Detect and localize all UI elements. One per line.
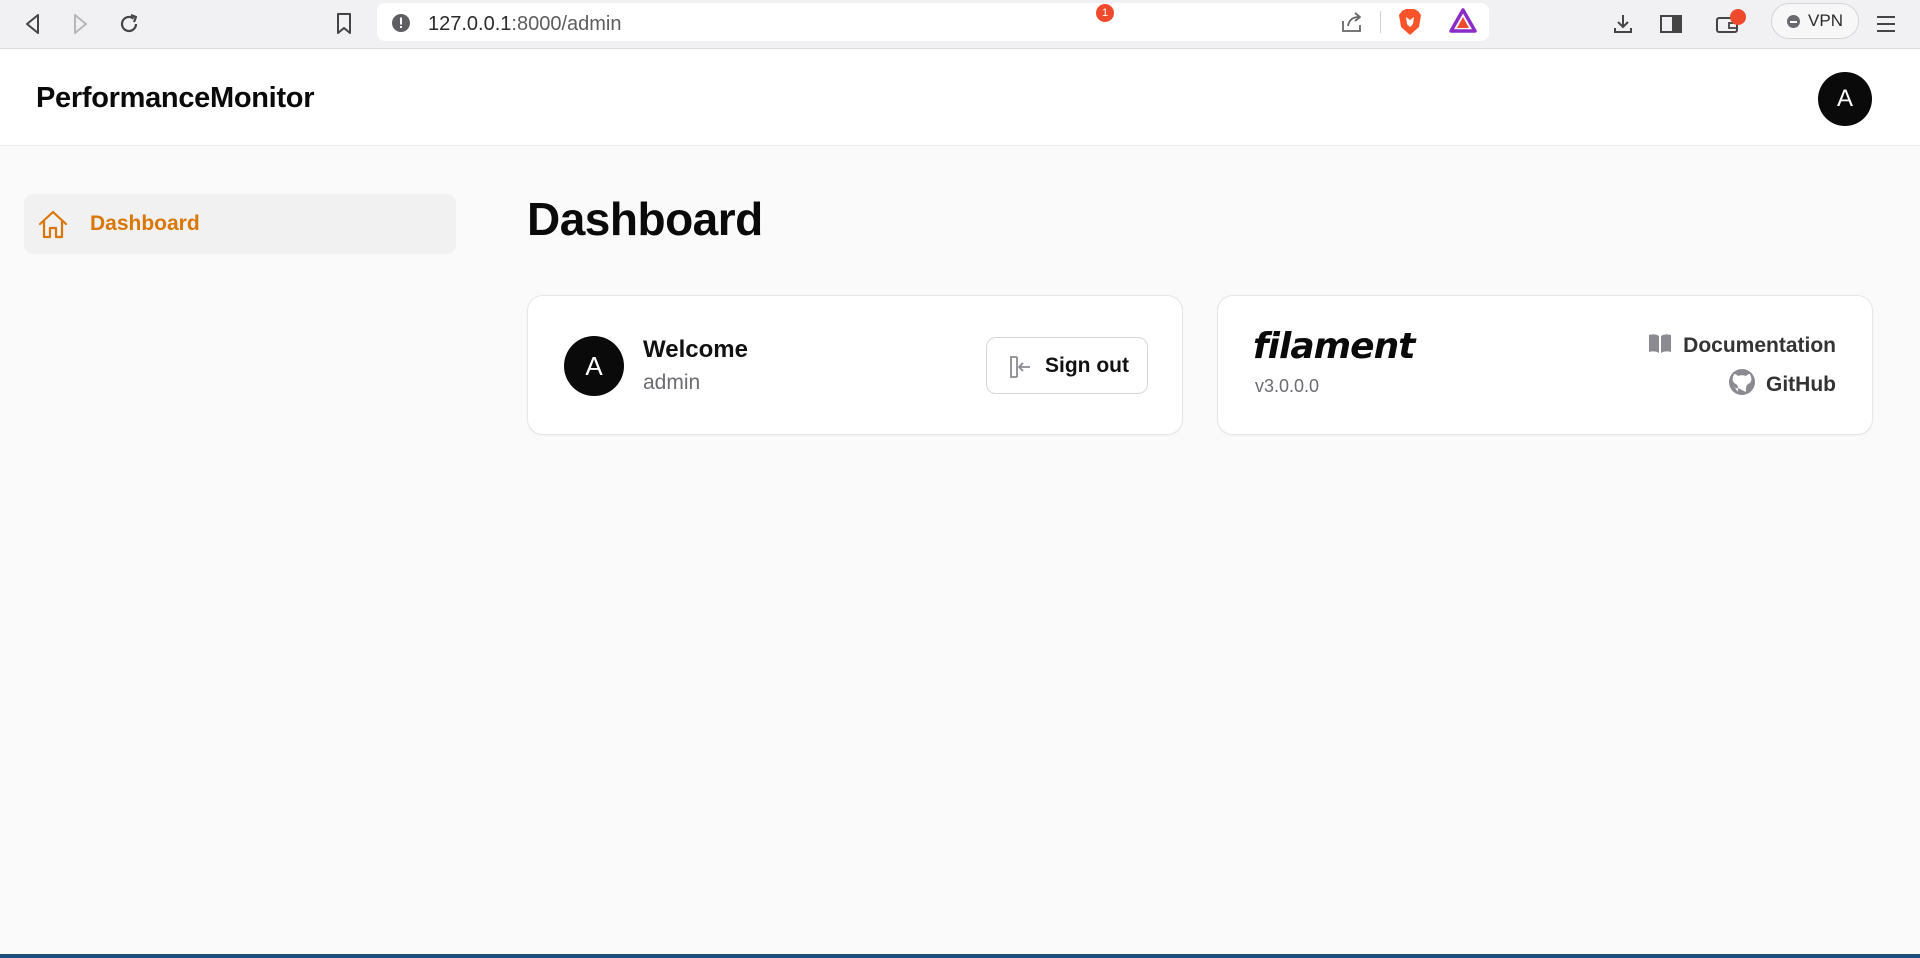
sidebar-item-dashboard[interactable]: Dashboard — [24, 194, 456, 254]
documentation-label: Documentation — [1683, 334, 1836, 357]
vpn-label: VPN — [1808, 11, 1843, 30]
url-host: 127.0.0.1 — [428, 13, 512, 35]
book-icon — [1647, 332, 1673, 360]
taskbar-edge — [0, 954, 1920, 958]
sidebar-toggle-button[interactable] — [1655, 8, 1687, 40]
sign-out-button[interactable]: Sign out — [986, 337, 1148, 394]
downloads-button[interactable] — [1607, 8, 1639, 40]
divider — [1380, 11, 1381, 33]
app-brand[interactable]: PerformanceMonitor — [36, 82, 315, 115]
site-info-icon[interactable] — [391, 13, 411, 38]
github-link[interactable]: GitHub — [1728, 368, 1836, 402]
rewards-badge: 1 — [1096, 4, 1114, 22]
reload-icon — [120, 13, 138, 33]
forward-button[interactable] — [64, 8, 96, 40]
username-text: admin — [643, 371, 701, 394]
bookmark-button[interactable] — [328, 8, 360, 40]
browser-toolbar: 127.0.0.1:8000/admin 1 VPN — [0, 0, 1920, 49]
wallet-notification-dot — [1730, 9, 1746, 25]
share-icon[interactable] — [1339, 9, 1365, 40]
home-icon — [37, 209, 69, 246]
filament-logo[interactable]: filament — [1253, 326, 1415, 367]
filament-version: v3.0.0.0 — [1255, 376, 1320, 396]
sidebar-panel-icon — [1660, 15, 1682, 33]
reload-button[interactable] — [113, 8, 145, 40]
back-icon — [26, 14, 39, 34]
url-path: :8000/admin — [511, 13, 622, 35]
app-header: PerformanceMonitor A — [0, 50, 1920, 146]
hamburger-menu-icon — [1877, 16, 1895, 32]
account-widget: A Welcome admin Sign out — [527, 295, 1183, 435]
forward-icon — [74, 14, 87, 34]
brave-rewards-icon[interactable] — [1449, 8, 1477, 39]
url-text[interactable]: 127.0.0.1:8000/admin — [428, 13, 622, 36]
download-icon — [1614, 15, 1632, 33]
github-label: GitHub — [1766, 373, 1836, 396]
vpn-button[interactable]: VPN — [1771, 3, 1859, 39]
address-bar[interactable]: 127.0.0.1:8000/admin — [377, 3, 1489, 41]
back-button[interactable] — [17, 8, 49, 40]
avatar: A — [564, 336, 624, 396]
user-menu-avatar[interactable]: A — [1818, 72, 1872, 126]
sign-out-label: Sign out — [1045, 354, 1129, 377]
github-icon — [1728, 368, 1756, 402]
sign-out-icon — [1007, 354, 1033, 385]
page-title: Dashboard — [527, 193, 763, 245]
documentation-link[interactable]: Documentation — [1647, 332, 1836, 360]
vpn-status-icon — [1787, 14, 1801, 28]
brave-shields-icon[interactable] — [1397, 8, 1423, 41]
filament-info-widget: filament v3.0.0.0 Documentation GitHub — [1217, 295, 1873, 435]
welcome-heading: Welcome — [643, 336, 748, 363]
sidebar-item-label: Dashboard — [90, 212, 200, 235]
browser-menu-button[interactable] — [1870, 8, 1902, 40]
bookmark-icon — [337, 13, 351, 34]
